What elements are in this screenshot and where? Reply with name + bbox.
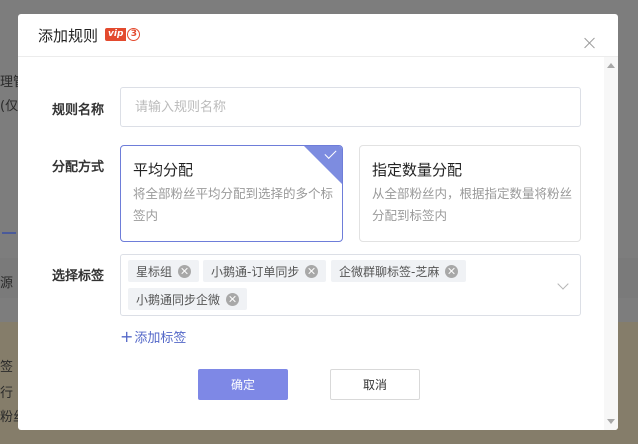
tag-remove-icon[interactable] [178,264,192,278]
plus-icon: + [120,326,134,346]
bg-fragment: 源 [0,276,14,291]
tag-chip: 星标组 [128,260,200,282]
vip-label: vip [105,27,127,41]
option-fixed-count-desc: 从全部粉丝内，根据指定数量将粉丝分配到标签内 [372,186,573,223]
tag-remove-icon[interactable] [305,264,319,278]
option-average-title: 平均分配 [133,161,194,179]
option-average-desc: 将全部粉丝平均分配到选择的多个标签内 [133,186,334,223]
rule-name-input[interactable] [120,87,581,127]
tag-chip-label: 小鹅通-订单同步 [211,264,300,279]
selected-corner [304,146,342,184]
tag-chip-label: 星标组 [136,264,173,279]
distribution-label: 分配方式 [52,160,105,175]
rule-name-label: 规则名称 [52,103,105,118]
add-tag-label: 添加标签 [134,331,187,346]
add-tag-link[interactable]: + 添加标签 [120,327,186,346]
vip-badge: vip 3 [105,27,141,41]
dialog-header: 添加规则 vip 3 [18,14,618,57]
bg-fragment: (仅 [0,99,19,114]
tag-chip-label: 小鹅通同步企微 [136,292,221,307]
option-fixed-count-title: 指定数量分配 [372,161,463,179]
tag-remove-icon[interactable] [445,264,459,278]
close-icon[interactable] [584,37,596,49]
scroll-up-icon[interactable] [607,63,615,68]
tag-remove-icon[interactable] [226,292,240,306]
tag-chip: 小鹅通-订单同步 [203,260,327,282]
option-average[interactable]: 平均分配 将全部粉丝平均分配到选择的多个标签内 [120,145,343,242]
bg-tab-underline [2,232,16,234]
dialog-title: 添加规则 [38,27,99,45]
dialog-scrollbar[interactable] [604,57,618,430]
tag-select[interactable]: 星标组 小鹅通-订单同步 企微群聊标签-芝麻 小鹅通同步企微 [120,254,581,316]
tag-chip-label: 企微群聊标签-芝麻 [339,264,440,279]
cancel-button[interactable]: 取消 [330,369,420,400]
confirm-button[interactable]: 确定 [198,369,288,400]
option-fixed-count[interactable]: 指定数量分配 从全部粉丝内，根据指定数量将粉丝分配到标签内 [359,145,581,242]
tag-chip: 企微群聊标签-芝麻 [331,260,467,282]
chevron-down-icon[interactable] [557,278,569,290]
tag-chip: 小鹅通同步企微 [128,288,248,310]
add-rule-dialog: 添加规则 vip 3 规则名称 分配方式 平均分配 将全部粉丝平均分配到选择的多… [18,14,618,430]
vip-level: 3 [127,27,141,41]
scroll-down-icon[interactable] [607,419,615,424]
bg-fragment: 签 [0,360,14,375]
tags-label: 选择标签 [52,269,105,284]
bg-fragment: 行 [0,386,14,401]
